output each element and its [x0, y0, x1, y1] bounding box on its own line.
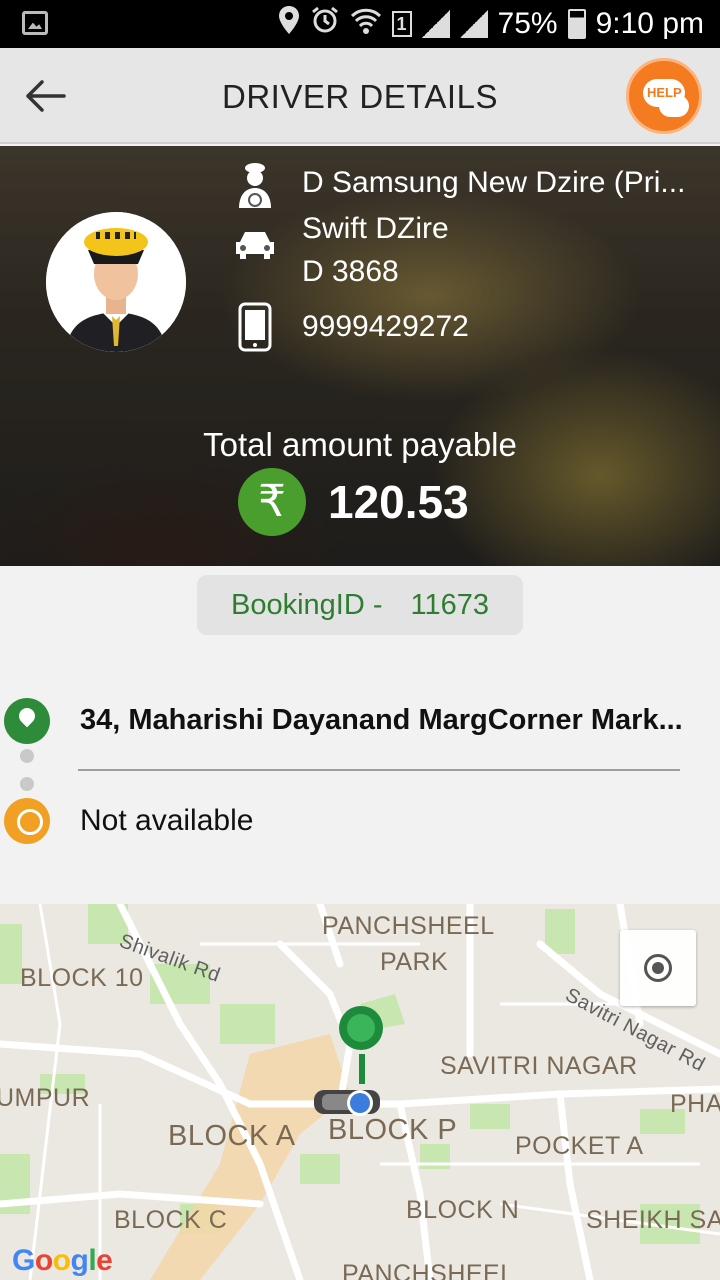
booking-id-label: BookingID -: [230, 589, 383, 621]
total-amount: 120.53: [328, 476, 469, 528]
route-dot: [20, 749, 34, 763]
booking-id-value: 11673: [410, 589, 490, 621]
map-label: PARK: [380, 948, 449, 976]
map-label: POCKET A: [515, 1132, 644, 1160]
page-title: DRIVER DETAILS: [222, 78, 498, 115]
my-location-button[interactable]: [620, 930, 696, 1006]
drop-address: Not available: [80, 804, 254, 837]
driver-name: D Samsung New Dzire (Pri...: [302, 166, 686, 199]
map-label: PANCHSHEEL: [342, 1260, 515, 1280]
car-number: D 3868: [302, 255, 399, 288]
location-icon: [278, 5, 300, 43]
help-button[interactable]: HELP: [626, 58, 702, 134]
amount-row: ₹ 120.53: [238, 468, 469, 536]
driver-card: D Samsung New Dzire (Pri... Swift DZire …: [0, 146, 720, 566]
battery-icon: [567, 9, 586, 39]
alarm-icon: [310, 5, 340, 43]
car-model: Swift DZire: [302, 212, 449, 245]
map-label: BLOCK N: [406, 1196, 520, 1224]
map-label: SHEIKH SA: [586, 1206, 720, 1234]
map-label: BLOCK A: [168, 1120, 296, 1152]
map-label: PANCHSHEEL: [322, 912, 495, 940]
rupee-icon: ₹: [238, 468, 306, 536]
status-bar: 1 75% 9:10 pm: [0, 0, 720, 48]
map-label: UMPUR: [0, 1084, 91, 1112]
gallery-notification-icon: [22, 11, 48, 35]
total-amount-label: Total amount payable: [203, 426, 517, 463]
pickup-address: 34, Maharishi Dayanand MargCorner Mark..…: [80, 704, 683, 736]
driver-phone: 9999429272: [302, 310, 469, 343]
map-label: SAVITRI NAGAR: [440, 1052, 638, 1080]
divider: [78, 769, 680, 771]
map-label: BLOCK P: [328, 1114, 458, 1146]
booking-id-badge: BookingID - 11673: [197, 575, 523, 635]
car-icon: [230, 228, 280, 270]
signal-strength-icon: [421, 10, 450, 38]
clock: 9:10 pm: [595, 7, 704, 40]
wifi-icon: [350, 6, 382, 42]
driver-icon: [230, 160, 280, 218]
route-dot: [20, 777, 34, 791]
driver-avatar: [46, 212, 186, 352]
battery-percent: 75%: [497, 7, 558, 40]
drop-pin-icon: [4, 798, 50, 844]
map-label: BLOCK 10: [20, 964, 144, 992]
signal-strength-2-icon: [459, 10, 488, 38]
map-label: BLOCK C: [114, 1206, 228, 1234]
map-view[interactable]: PANCHSHEEL PARK Shivalik Rd BLOCK 10 Sav…: [0, 904, 720, 1280]
sim-slot-icon: 1: [391, 11, 412, 37]
phone-icon: [230, 302, 280, 360]
google-logo: Google: [12, 1244, 113, 1277]
help-label: HELP: [647, 85, 682, 100]
pickup-pin-icon: [4, 698, 50, 744]
map-label: PHA: [670, 1090, 720, 1118]
app-bar: DRIVER DETAILS HELP: [0, 48, 720, 144]
